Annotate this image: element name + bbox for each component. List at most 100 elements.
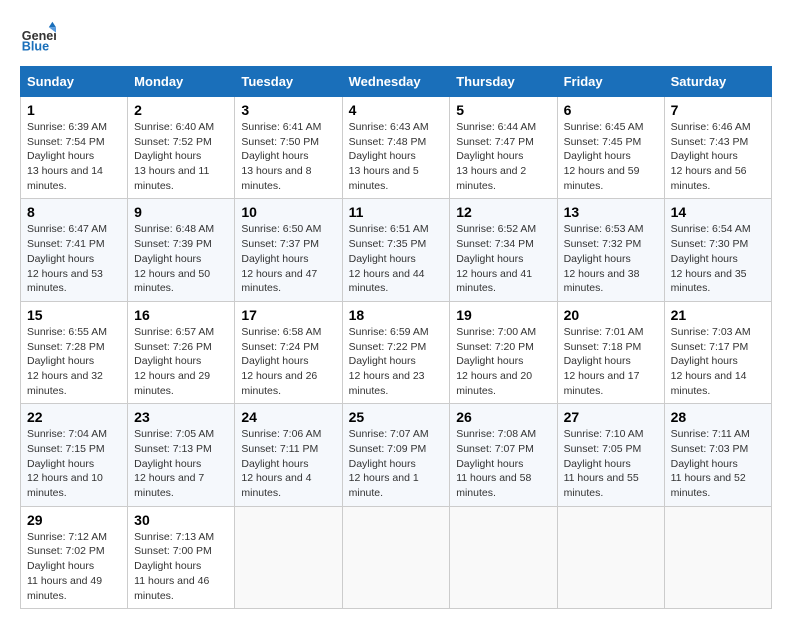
day-info: Sunrise: 7:08 AM Sunset: 7:07 PM Dayligh… (456, 427, 550, 500)
day-number: 21 (671, 307, 765, 323)
calendar-cell: 15 Sunrise: 6:55 AM Sunset: 7:28 PM Dayl… (21, 301, 128, 403)
day-number: 30 (134, 512, 228, 528)
calendar-cell: 4 Sunrise: 6:43 AM Sunset: 7:48 PM Dayli… (342, 97, 450, 199)
day-number: 11 (349, 204, 444, 220)
day-number: 28 (671, 409, 765, 425)
day-info: Sunrise: 6:47 AM Sunset: 7:41 PM Dayligh… (27, 222, 121, 295)
day-info: Sunrise: 6:55 AM Sunset: 7:28 PM Dayligh… (27, 325, 121, 398)
day-info: Sunrise: 7:10 AM Sunset: 7:05 PM Dayligh… (564, 427, 658, 500)
day-number: 23 (134, 409, 228, 425)
day-number: 6 (564, 102, 658, 118)
day-number: 24 (241, 409, 335, 425)
calendar-cell: 20 Sunrise: 7:01 AM Sunset: 7:18 PM Dayl… (557, 301, 664, 403)
day-number: 19 (456, 307, 550, 323)
calendar-cell: 29 Sunrise: 7:12 AM Sunset: 7:02 PM Dayl… (21, 506, 128, 608)
logo: General Blue (20, 20, 56, 56)
calendar-table: Sunday Monday Tuesday Wednesday Thursday… (20, 66, 772, 609)
day-number: 17 (241, 307, 335, 323)
day-info: Sunrise: 7:03 AM Sunset: 7:17 PM Dayligh… (671, 325, 765, 398)
calendar-cell: 13 Sunrise: 6:53 AM Sunset: 7:32 PM Dayl… (557, 199, 664, 301)
col-monday: Monday (128, 67, 235, 97)
calendar-cell (664, 506, 771, 608)
calendar-cell: 7 Sunrise: 6:46 AM Sunset: 7:43 PM Dayli… (664, 97, 771, 199)
calendar-cell: 3 Sunrise: 6:41 AM Sunset: 7:50 PM Dayli… (235, 97, 342, 199)
calendar-cell: 16 Sunrise: 6:57 AM Sunset: 7:26 PM Dayl… (128, 301, 235, 403)
calendar-cell: 12 Sunrise: 6:52 AM Sunset: 7:34 PM Dayl… (450, 199, 557, 301)
calendar-cell: 10 Sunrise: 6:50 AM Sunset: 7:37 PM Dayl… (235, 199, 342, 301)
calendar-cell: 1 Sunrise: 6:39 AM Sunset: 7:54 PM Dayli… (21, 97, 128, 199)
day-info: Sunrise: 7:05 AM Sunset: 7:13 PM Dayligh… (134, 427, 228, 500)
svg-text:Blue: Blue (22, 40, 49, 54)
day-info: Sunrise: 7:11 AM Sunset: 7:03 PM Dayligh… (671, 427, 765, 500)
day-number: 16 (134, 307, 228, 323)
col-saturday: Saturday (664, 67, 771, 97)
day-number: 15 (27, 307, 121, 323)
day-number: 4 (349, 102, 444, 118)
calendar-cell: 14 Sunrise: 6:54 AM Sunset: 7:30 PM Dayl… (664, 199, 771, 301)
page-header: General Blue (20, 20, 772, 56)
calendar-cell: 26 Sunrise: 7:08 AM Sunset: 7:07 PM Dayl… (450, 404, 557, 506)
day-number: 27 (564, 409, 658, 425)
day-info: Sunrise: 7:13 AM Sunset: 7:00 PM Dayligh… (134, 530, 228, 603)
calendar-cell: 27 Sunrise: 7:10 AM Sunset: 7:05 PM Dayl… (557, 404, 664, 506)
day-number: 8 (27, 204, 121, 220)
day-info: Sunrise: 7:04 AM Sunset: 7:15 PM Dayligh… (27, 427, 121, 500)
calendar-cell (557, 506, 664, 608)
day-number: 20 (564, 307, 658, 323)
day-number: 2 (134, 102, 228, 118)
day-info: Sunrise: 6:46 AM Sunset: 7:43 PM Dayligh… (671, 120, 765, 193)
calendar-week-5: 29 Sunrise: 7:12 AM Sunset: 7:02 PM Dayl… (21, 506, 772, 608)
day-info: Sunrise: 6:41 AM Sunset: 7:50 PM Dayligh… (241, 120, 335, 193)
day-info: Sunrise: 6:39 AM Sunset: 7:54 PM Dayligh… (27, 120, 121, 193)
day-info: Sunrise: 6:50 AM Sunset: 7:37 PM Dayligh… (241, 222, 335, 295)
day-info: Sunrise: 6:51 AM Sunset: 7:35 PM Dayligh… (349, 222, 444, 295)
calendar-cell: 24 Sunrise: 7:06 AM Sunset: 7:11 PM Dayl… (235, 404, 342, 506)
calendar-cell: 8 Sunrise: 6:47 AM Sunset: 7:41 PM Dayli… (21, 199, 128, 301)
calendar-cell: 28 Sunrise: 7:11 AM Sunset: 7:03 PM Dayl… (664, 404, 771, 506)
day-number: 5 (456, 102, 550, 118)
calendar-cell: 2 Sunrise: 6:40 AM Sunset: 7:52 PM Dayli… (128, 97, 235, 199)
day-info: Sunrise: 6:48 AM Sunset: 7:39 PM Dayligh… (134, 222, 228, 295)
day-number: 1 (27, 102, 121, 118)
day-number: 12 (456, 204, 550, 220)
day-number: 18 (349, 307, 444, 323)
calendar-cell: 9 Sunrise: 6:48 AM Sunset: 7:39 PM Dayli… (128, 199, 235, 301)
calendar-cell: 5 Sunrise: 6:44 AM Sunset: 7:47 PM Dayli… (450, 97, 557, 199)
calendar-cell: 6 Sunrise: 6:45 AM Sunset: 7:45 PM Dayli… (557, 97, 664, 199)
day-number: 9 (134, 204, 228, 220)
col-sunday: Sunday (21, 67, 128, 97)
calendar-cell: 11 Sunrise: 6:51 AM Sunset: 7:35 PM Dayl… (342, 199, 450, 301)
calendar-cell: 23 Sunrise: 7:05 AM Sunset: 7:13 PM Dayl… (128, 404, 235, 506)
logo-icon: General Blue (20, 20, 56, 56)
calendar-header-row: Sunday Monday Tuesday Wednesday Thursday… (21, 67, 772, 97)
day-number: 26 (456, 409, 550, 425)
calendar-week-3: 15 Sunrise: 6:55 AM Sunset: 7:28 PM Dayl… (21, 301, 772, 403)
day-info: Sunrise: 6:44 AM Sunset: 7:47 PM Dayligh… (456, 120, 550, 193)
calendar-cell: 21 Sunrise: 7:03 AM Sunset: 7:17 PM Dayl… (664, 301, 771, 403)
col-thursday: Thursday (450, 67, 557, 97)
calendar-cell: 25 Sunrise: 7:07 AM Sunset: 7:09 PM Dayl… (342, 404, 450, 506)
col-wednesday: Wednesday (342, 67, 450, 97)
day-info: Sunrise: 7:06 AM Sunset: 7:11 PM Dayligh… (241, 427, 335, 500)
col-tuesday: Tuesday (235, 67, 342, 97)
day-info: Sunrise: 6:53 AM Sunset: 7:32 PM Dayligh… (564, 222, 658, 295)
day-info: Sunrise: 7:01 AM Sunset: 7:18 PM Dayligh… (564, 325, 658, 398)
calendar-cell (235, 506, 342, 608)
day-number: 7 (671, 102, 765, 118)
calendar-cell (342, 506, 450, 608)
day-info: Sunrise: 6:40 AM Sunset: 7:52 PM Dayligh… (134, 120, 228, 193)
day-info: Sunrise: 6:52 AM Sunset: 7:34 PM Dayligh… (456, 222, 550, 295)
day-info: Sunrise: 6:58 AM Sunset: 7:24 PM Dayligh… (241, 325, 335, 398)
day-number: 10 (241, 204, 335, 220)
calendar-cell: 22 Sunrise: 7:04 AM Sunset: 7:15 PM Dayl… (21, 404, 128, 506)
day-info: Sunrise: 7:07 AM Sunset: 7:09 PM Dayligh… (349, 427, 444, 500)
day-info: Sunrise: 6:43 AM Sunset: 7:48 PM Dayligh… (349, 120, 444, 193)
day-number: 29 (27, 512, 121, 528)
calendar-cell: 17 Sunrise: 6:58 AM Sunset: 7:24 PM Dayl… (235, 301, 342, 403)
calendar-week-2: 8 Sunrise: 6:47 AM Sunset: 7:41 PM Dayli… (21, 199, 772, 301)
col-friday: Friday (557, 67, 664, 97)
calendar-cell: 19 Sunrise: 7:00 AM Sunset: 7:20 PM Dayl… (450, 301, 557, 403)
day-info: Sunrise: 7:00 AM Sunset: 7:20 PM Dayligh… (456, 325, 550, 398)
day-number: 14 (671, 204, 765, 220)
day-number: 3 (241, 102, 335, 118)
